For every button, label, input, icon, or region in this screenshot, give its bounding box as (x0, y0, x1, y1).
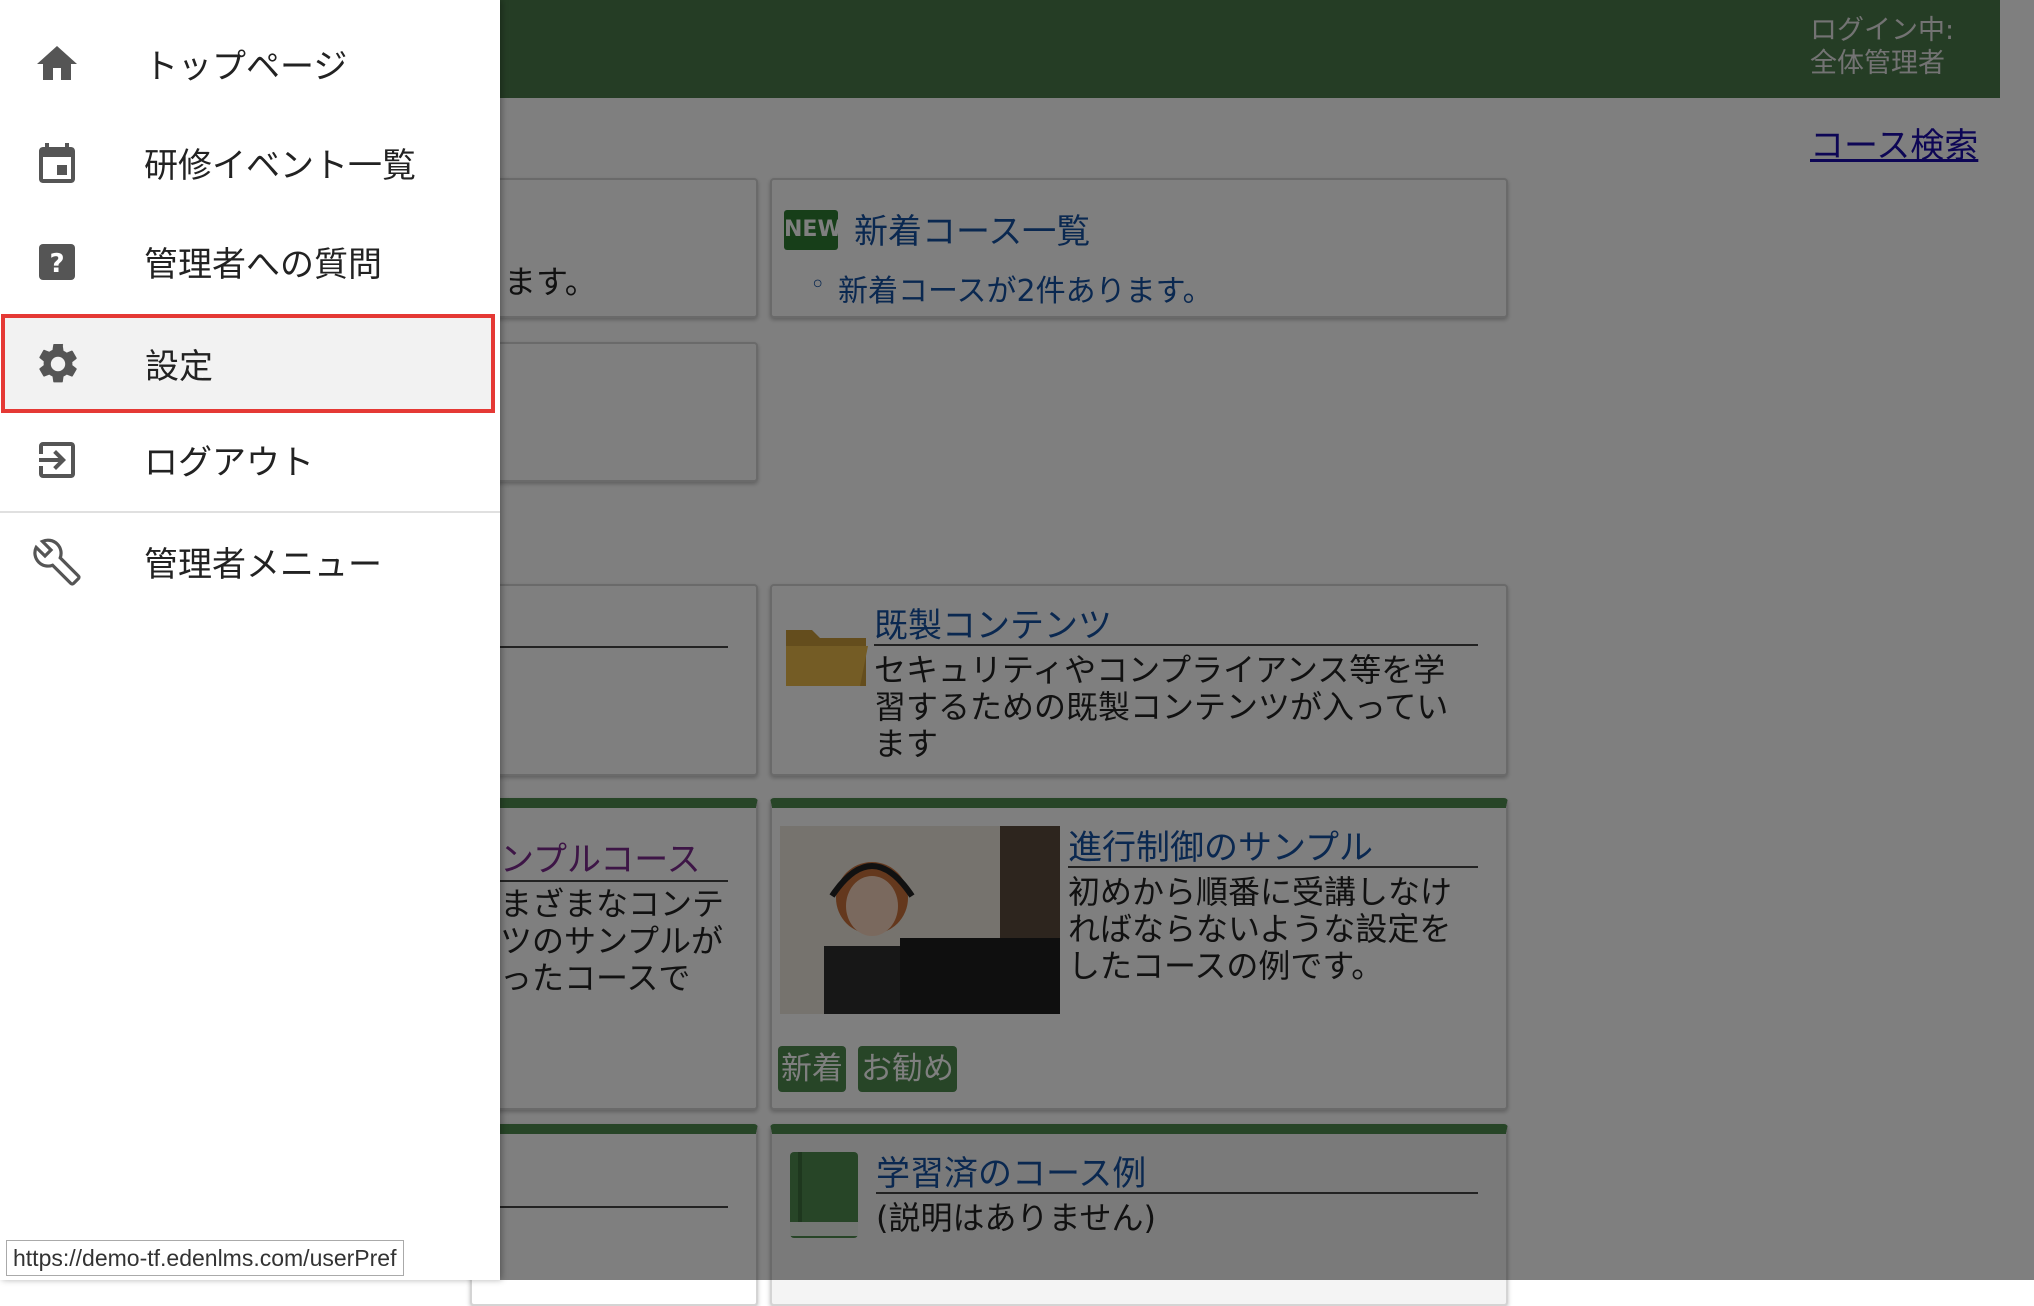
menu-item-top-page[interactable]: トップページ (0, 14, 500, 113)
gear-icon (39, 343, 77, 382)
menu-label-training-events: 研修イベント一覧 (144, 146, 416, 186)
menu-label-settings: 設定 (145, 347, 213, 387)
help-icon: ? (39, 243, 75, 280)
navigation-drawer: トップページ 研修イベント一覧 ? 管理者への質問 設定 ログアウト 管理者メニ… (0, 0, 500, 1280)
menu-item-training-events[interactable]: 研修イベント一覧 (0, 113, 500, 212)
wrench-icon (33, 538, 81, 586)
menu-item-admin-menu[interactable]: 管理者メニュー (0, 512, 500, 611)
menu-item-logout[interactable]: ログアウト (0, 410, 500, 509)
menu-label-logout: ログアウト (144, 443, 314, 483)
svg-text:?: ? (49, 249, 64, 279)
calendar-icon (39, 142, 75, 183)
menu-label-ask-admin: 管理者への質問 (144, 245, 382, 285)
status-bar-url: https://demo-tf.edenlms.com/userPref (6, 1240, 404, 1276)
home-icon (37, 45, 77, 80)
logout-icon (39, 441, 75, 478)
menu-item-settings[interactable]: 設定 (1, 314, 495, 413)
menu-label-admin-menu: 管理者メニュー (144, 545, 382, 585)
menu-item-ask-admin[interactable]: ? 管理者への質問 (0, 212, 500, 311)
menu-label-top-page: トップページ (144, 47, 348, 87)
